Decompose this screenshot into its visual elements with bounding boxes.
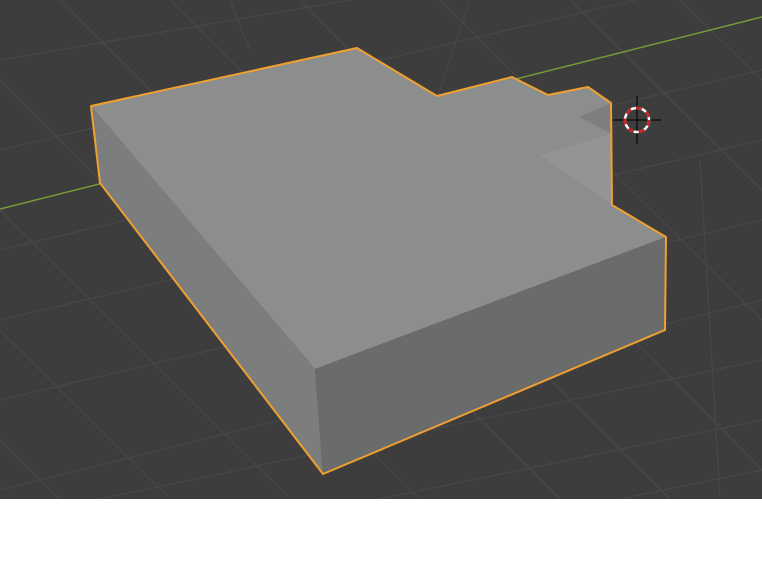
blank-area xyxy=(0,499,762,571)
3d-viewport[interactable] xyxy=(0,0,762,499)
viewport-canvas[interactable] xyxy=(0,0,762,499)
